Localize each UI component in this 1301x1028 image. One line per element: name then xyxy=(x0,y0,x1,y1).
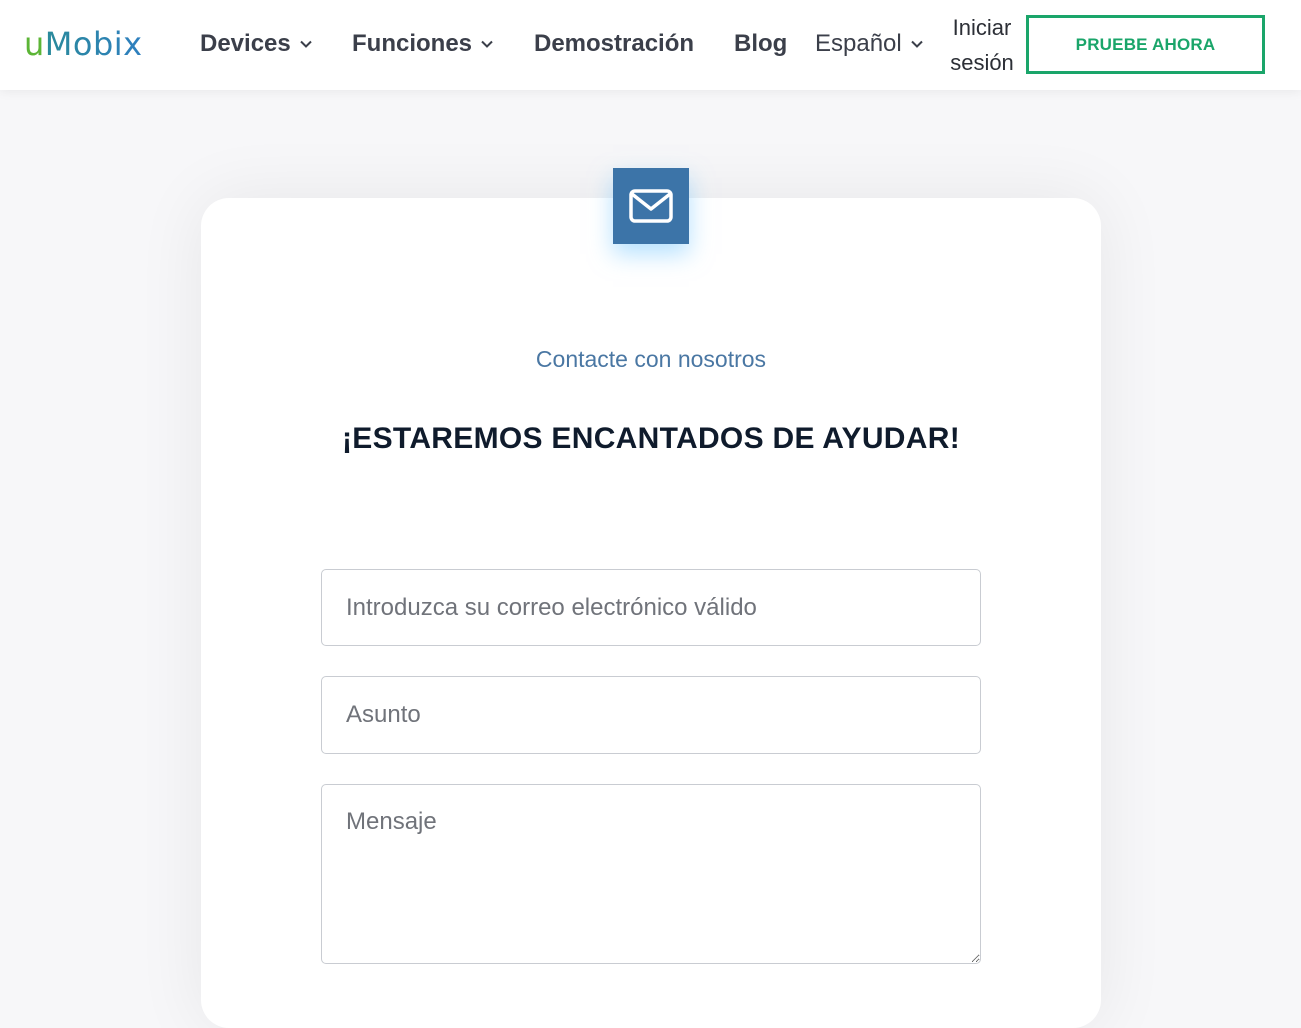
try-now-button[interactable]: PRUEBE AHORA xyxy=(1026,15,1265,74)
nav-demostracion-label: Demostración xyxy=(534,30,695,57)
nav-funciones[interactable]: Funciones xyxy=(352,28,494,60)
nav-blog[interactable]: Blog xyxy=(734,28,787,60)
language-label: Español xyxy=(815,30,902,57)
language-selector[interactable]: Español xyxy=(815,28,924,60)
login-line-2: sesión xyxy=(950,50,1014,75)
subject-field[interactable] xyxy=(321,676,981,754)
nav-devices[interactable]: Devices xyxy=(200,28,313,60)
umobix-logo[interactable]: uMobix xyxy=(24,22,143,66)
chevron-down-icon xyxy=(299,37,313,51)
contact-headline: ¡ESTAREMOS ENCANTADOS DE AYUDAR! xyxy=(342,422,960,455)
nav-demostracion[interactable]: Demostración xyxy=(534,28,694,60)
logo-text-mobix: Mobix xyxy=(44,25,143,63)
nav-funciones-label: Funciones xyxy=(352,30,473,57)
email-field[interactable] xyxy=(321,569,981,646)
chevron-down-icon xyxy=(480,37,494,51)
nav-blog-label: Blog xyxy=(734,30,788,57)
message-field[interactable] xyxy=(321,784,981,964)
login-line-1: Iniciar xyxy=(952,15,1012,40)
envelope-icon xyxy=(613,168,689,244)
chevron-down-icon xyxy=(910,37,924,51)
logo-letter-u: u xyxy=(24,25,45,63)
login-link[interactable]: Iniciar sesión xyxy=(944,10,1020,80)
nav-devices-label: Devices xyxy=(200,30,291,57)
contact-subtitle: Contacte con nosotros xyxy=(535,346,767,372)
site-header: uMobix Devices Funciones Demostración Bl… xyxy=(0,0,1301,90)
